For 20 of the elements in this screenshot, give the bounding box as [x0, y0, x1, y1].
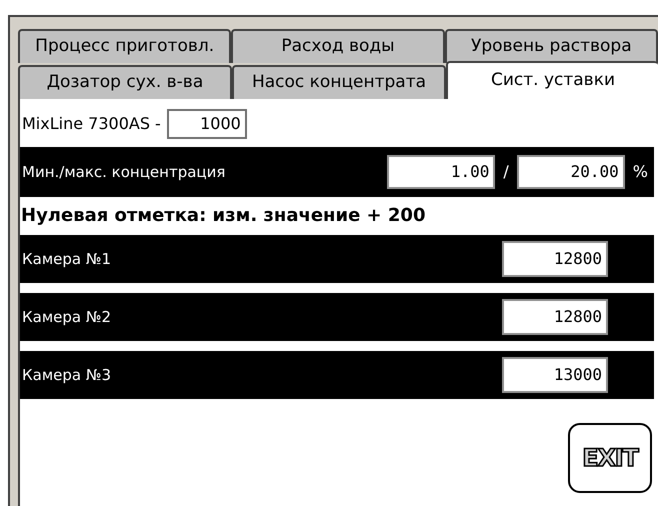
chamber-input[interactable]: 12800 — [502, 241, 608, 277]
separator-text: / — [503, 161, 509, 183]
tab[interactable]: Насос концентрата — [232, 65, 446, 99]
chamber-label: Камера №1 — [22, 248, 112, 270]
model-input[interactable]: 1000 — [166, 109, 247, 139]
tab[interactable]: Процесс приготовл. — [18, 29, 232, 63]
concentration-label: Мин./макс. концентрация — [22, 162, 226, 183]
min-input[interactable]: 1.00 — [387, 155, 496, 189]
tab[interactable]: Дозатор сух. в-ва — [18, 65, 232, 99]
chamber-label: Камера №3 — [22, 364, 112, 386]
chamber-input[interactable]: 12800 — [502, 299, 608, 335]
unit-text: % — [632, 161, 648, 183]
tab[interactable]: Уровень раствора — [444, 29, 658, 63]
tab[interactable]: Сист. уставки — [446, 61, 658, 99]
chamber-input[interactable]: 13000 — [502, 357, 608, 393]
model-label: MixLine 7300AS - — [22, 113, 161, 135]
max-input[interactable]: 20.00 — [516, 155, 625, 189]
tab[interactable]: Расход воды — [231, 29, 445, 63]
chamber-label: Камера №2 — [22, 306, 112, 328]
zero-mark-heading: Нулевая отметка: изм. значение + 200 — [20, 204, 426, 228]
